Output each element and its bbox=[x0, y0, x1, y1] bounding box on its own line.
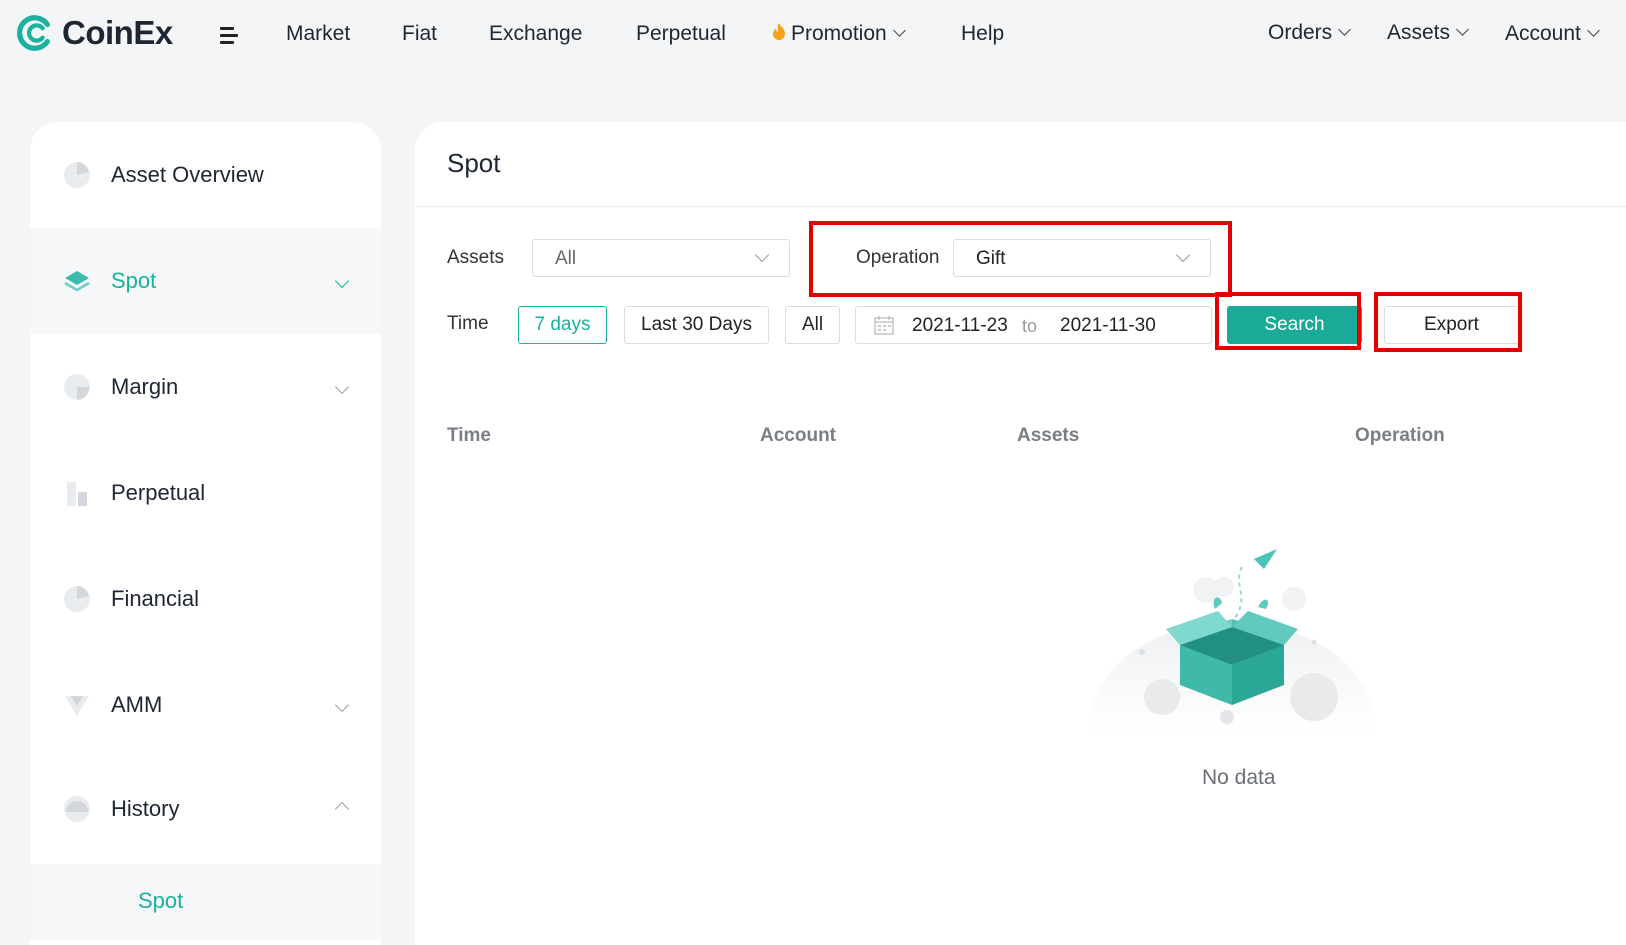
logo-text: CoinEx bbox=[62, 14, 173, 51]
sidebar-item-financial[interactable]: Financial bbox=[30, 546, 381, 652]
chevron-up-icon[interactable] bbox=[334, 801, 350, 817]
bar-chart-icon bbox=[67, 482, 87, 506]
coinex-logo[interactable]: CoinEx bbox=[16, 14, 173, 52]
operation-highlight-box bbox=[809, 221, 1232, 297]
chevron-down-icon[interactable] bbox=[334, 273, 350, 289]
export-highlight-box bbox=[1374, 292, 1522, 352]
chevron-down-icon bbox=[892, 24, 906, 37]
assets-filter-label: Assets bbox=[447, 247, 505, 268]
sidebar-item-perpetual[interactable]: Perpetual bbox=[30, 440, 381, 546]
nav-exchange[interactable]: Exchange bbox=[489, 22, 582, 46]
sidebar-item-label: Asset Overview bbox=[111, 162, 264, 187]
sidebar-item-label: AMM bbox=[111, 692, 163, 717]
time-option-last-30-days[interactable]: Last 30 Days bbox=[624, 306, 769, 344]
sidebar-item-asset-overview[interactable]: Asset Overview bbox=[30, 122, 381, 228]
divider bbox=[415, 206, 1626, 207]
nav-promotion-label: Promotion bbox=[791, 22, 887, 45]
spot-history-panel: Spot Assets All Operation Gift Time 7 da… bbox=[415, 122, 1626, 945]
search-highlight-box bbox=[1215, 292, 1361, 350]
nav-account[interactable]: Account bbox=[1505, 22, 1600, 46]
top-navigation: CoinEx Market Fiat Exchange Perpetual Pr… bbox=[0, 0, 1626, 72]
date-range-separator: to bbox=[1022, 316, 1038, 336]
sidebar-item-amm[interactable]: AMM bbox=[30, 652, 381, 758]
assets-select-value: All bbox=[555, 248, 577, 269]
time-filter-label: Time bbox=[447, 313, 489, 334]
nav-orders-label: Orders bbox=[1268, 21, 1333, 44]
time-option-7-days[interactable]: 7 days bbox=[518, 306, 607, 344]
sidebar-item-label: History bbox=[111, 796, 180, 821]
sidebar-item-margin[interactable]: Margin bbox=[30, 334, 381, 440]
date-end-input[interactable]: 2021-11-30 bbox=[1060, 315, 1156, 337]
calendar-icon bbox=[874, 316, 894, 335]
chevron-down-icon[interactable] bbox=[334, 697, 350, 713]
coinex-logo-icon bbox=[16, 15, 50, 51]
sidebar-item-label: Financial bbox=[111, 586, 200, 611]
chevron-down-icon bbox=[1338, 23, 1352, 36]
column-header-assets[interactable]: Assets bbox=[1017, 425, 1079, 447]
chevron-down-icon bbox=[754, 247, 770, 263]
sidebar-subitem-history-spot[interactable]: Spot bbox=[30, 864, 381, 940]
sidebar-item-label: Spot bbox=[111, 268, 157, 293]
chevron-down-icon bbox=[1456, 23, 1469, 36]
assets-sidebar: Asset Overview Spot Margin Perpetual Fin… bbox=[30, 122, 381, 945]
nav-orders[interactable]: Orders bbox=[1268, 21, 1352, 45]
sidebar-item-spot[interactable]: Spot bbox=[30, 228, 381, 334]
empty-box-illustration bbox=[1087, 549, 1377, 732]
sidebar-item-label: Perpetual bbox=[111, 480, 206, 505]
assets-select[interactable]: All bbox=[532, 239, 790, 277]
sidebar-item-history[interactable]: History bbox=[30, 756, 381, 862]
nav-market[interactable]: Market bbox=[286, 22, 350, 46]
pie-chart-icon bbox=[64, 374, 90, 400]
nav-help[interactable]: Help bbox=[961, 22, 1004, 46]
chevron-down-icon[interactable] bbox=[334, 379, 350, 395]
nav-assets-label: Assets bbox=[1387, 21, 1451, 44]
date-start-input[interactable]: 2021-11-23 bbox=[912, 315, 1008, 337]
layers-icon bbox=[64, 271, 90, 292]
funnel-icon bbox=[65, 696, 89, 716]
sidebar-subitem-label: Spot bbox=[138, 888, 184, 913]
menu-toggle-icon[interactable] bbox=[220, 27, 240, 45]
nav-perpetual[interactable]: Perpetual bbox=[636, 22, 726, 46]
pie-chart-icon bbox=[64, 162, 90, 188]
nav-account-label: Account bbox=[1505, 22, 1581, 45]
chevron-down-icon bbox=[1587, 24, 1600, 37]
nav-promotion[interactable]: Promotion bbox=[771, 20, 906, 46]
pie-chart-icon bbox=[64, 586, 90, 612]
column-header-time[interactable]: Time bbox=[447, 425, 491, 447]
column-header-account[interactable]: Account bbox=[760, 425, 836, 447]
page-title: Spot bbox=[447, 148, 501, 178]
time-option-all[interactable]: All bbox=[785, 306, 840, 344]
flame-icon bbox=[773, 23, 785, 40]
empty-state-text: No data bbox=[1202, 766, 1276, 789]
date-range-picker[interactable]: 2021-11-23 to 2021-11-30 bbox=[855, 306, 1212, 344]
sidebar-item-label: Margin bbox=[111, 374, 179, 399]
nav-fiat[interactable]: Fiat bbox=[402, 22, 437, 46]
column-header-operation[interactable]: Operation bbox=[1355, 425, 1445, 447]
half-circle-icon bbox=[64, 796, 90, 822]
nav-assets[interactable]: Assets bbox=[1387, 21, 1469, 45]
